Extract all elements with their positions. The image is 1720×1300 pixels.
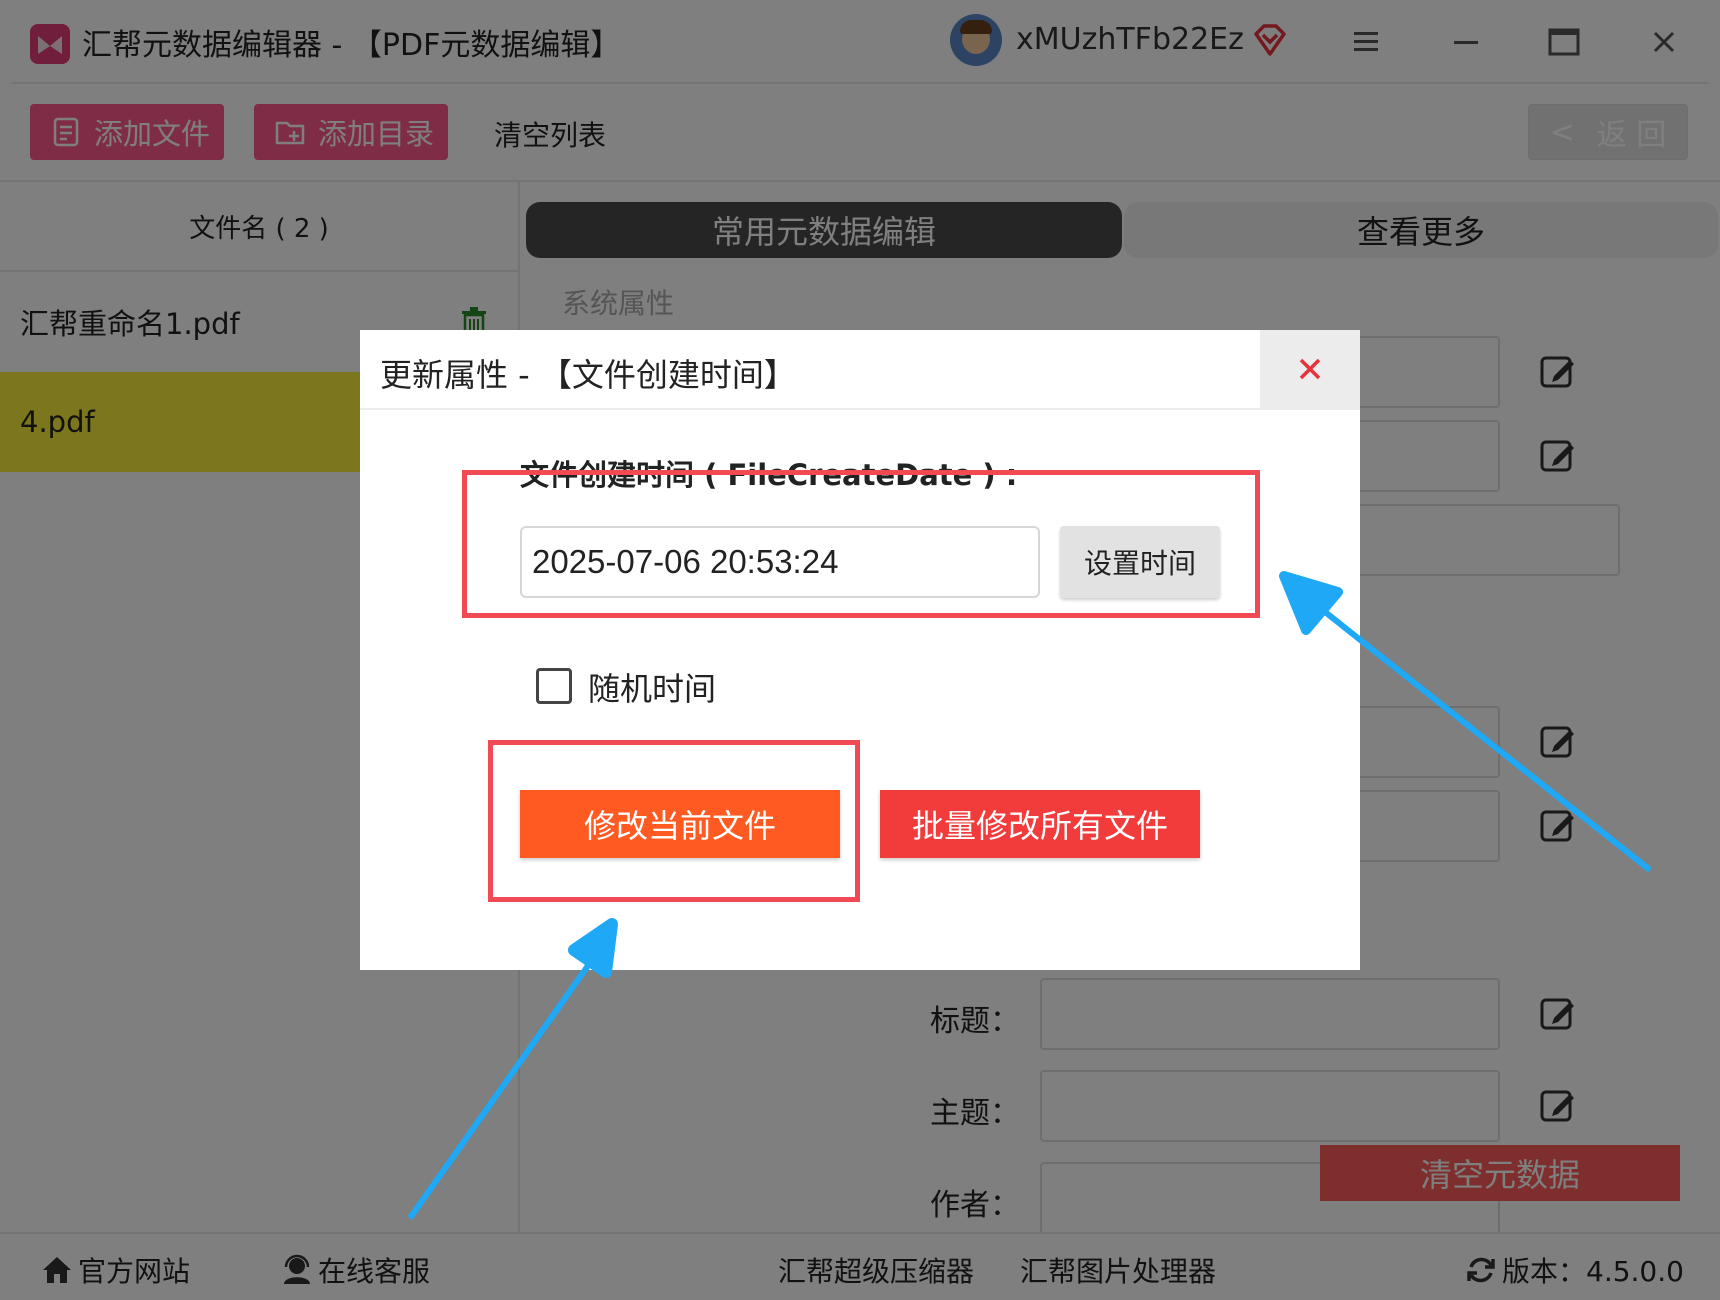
annotation-arrow-upper <box>1279 571 1652 873</box>
annotation-arrows <box>407 571 1652 1220</box>
app-window: 汇帮元数据编辑器 - 【PDF元数据编辑】 xMUzhTFb22Ez <box>0 0 1720 1300</box>
annotation-arrow-lower <box>407 918 618 1220</box>
